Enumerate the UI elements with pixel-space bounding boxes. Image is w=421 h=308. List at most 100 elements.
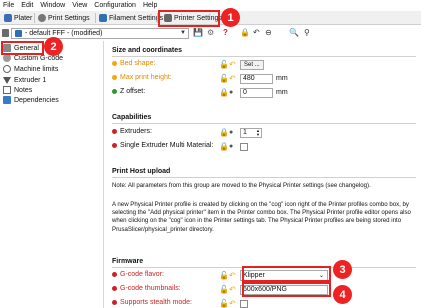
search-icon[interactable]: 🔍	[289, 28, 299, 38]
bed-shape-controls: 🔓 ↶ Set ...	[219, 59, 264, 70]
section-title-size: Size and coordinates	[112, 47, 183, 54]
tab-print-settings[interactable]: Print Settings	[37, 12, 90, 24]
tab-filament-settings-label: Filament Settings	[109, 14, 164, 22]
highlight-gcode-thumbnails	[242, 282, 331, 297]
unlocked-lock-icon[interactable]: 🔓	[219, 285, 229, 294]
single-extruder-checkbox[interactable]	[240, 142, 248, 151]
z-offset-label-text: Z offset:	[120, 88, 146, 95]
dot-icon	[112, 300, 117, 305]
printer-preset-icon	[2, 29, 9, 37]
bed-shape-label-text: Bed shape:	[120, 60, 156, 67]
custom-gcode-icon	[3, 54, 11, 62]
z-offset-controls: 🔒 ● 0 mm	[219, 87, 288, 98]
tab-separator	[34, 13, 35, 23]
host-note: Note: All parameters from this group are…	[112, 182, 371, 189]
row-stealth-mode: Supports stealth mode: 🔓 ↶	[112, 298, 421, 308]
locked-lock-icon: 🔒	[219, 127, 229, 137]
unlocked-lock-icon[interactable]: 🔓	[219, 60, 229, 69]
bullet-icon: ●	[229, 89, 234, 96]
tab-separator	[95, 13, 96, 23]
row-max-print-height: Max print height: 🔓 ↶ 480 mm	[112, 73, 421, 85]
extruder-icon	[3, 76, 11, 84]
modified-dot-icon	[112, 61, 117, 66]
section-title-firmware: Firmware	[112, 258, 144, 265]
tab-print-settings-label: Print Settings	[48, 14, 90, 22]
row-single-extruder-mm: Single Extruder Multi Material: 🔒 ●	[112, 141, 421, 153]
section-title-capabilities: Capabilities	[112, 114, 152, 121]
badge-1: 1	[221, 8, 240, 27]
sidebar-item-dependencies[interactable]: Dependencies	[3, 95, 59, 105]
max-height-input[interactable]: 480	[240, 73, 273, 84]
z-offset-input[interactable]: 0	[240, 87, 273, 98]
sidebar-item-extruder-1[interactable]: Extruder 1	[3, 75, 46, 85]
bullet-icon: ●	[229, 129, 234, 136]
sidebar-item-notes[interactable]: Notes	[3, 85, 32, 95]
dot-icon	[112, 143, 117, 148]
mode-icon[interactable]: ⚲	[304, 28, 310, 38]
undo-arrow-icon[interactable]: ↶	[229, 300, 236, 308]
tab-plater-label: Plater	[14, 14, 33, 22]
machine-limits-icon	[3, 65, 11, 73]
extruders-controls: 🔒 ● 1 ▲ ▼	[219, 127, 262, 138]
undo-arrow-icon[interactable]: ↶	[229, 75, 236, 83]
unlocked-lock-icon[interactable]: 🔓	[219, 271, 229, 280]
undo-icon[interactable]: ↶	[253, 28, 260, 38]
settings-tree: General Custom G-code Machine limits Ext…	[0, 41, 104, 308]
compare-icon[interactable]: ⊖	[265, 28, 272, 38]
bed-shape-set-button[interactable]: Set ...	[240, 59, 264, 70]
extruders-spinner[interactable]: 1 ▲ ▼	[240, 127, 262, 138]
menu-configuration[interactable]: Configuration	[94, 2, 136, 9]
badge-3: 3	[333, 260, 352, 279]
undo-arrow-icon[interactable]: ↶	[229, 286, 236, 294]
delete-icon[interactable]: ?	[223, 28, 228, 38]
save-icon[interactable]: 💾	[193, 28, 203, 38]
lock-icon[interactable]: 🔒	[240, 28, 250, 38]
menu-view[interactable]: View	[72, 2, 87, 9]
sidebar-item-label: Machine limits	[14, 65, 59, 73]
stealth-mode-label-text: Supports stealth mode:	[120, 299, 192, 306]
tab-plater[interactable]: Plater	[3, 12, 32, 24]
gear-icon[interactable]: ⚙	[207, 28, 214, 38]
stealth-mode-label: Supports stealth mode:	[112, 299, 192, 306]
badge-4: 4	[333, 285, 352, 304]
gcode-flavor-label: G-code flavor:	[112, 271, 164, 278]
menu-edit[interactable]: Edit	[21, 2, 33, 9]
sidebar-item-machine-limits[interactable]: Machine limits	[3, 64, 58, 74]
max-height-label: Max print height:	[112, 74, 172, 81]
section-divider	[112, 123, 416, 124]
dot-icon	[112, 272, 117, 277]
tab-filament-settings[interactable]: Filament Settings	[98, 12, 163, 24]
undo-arrow-icon[interactable]: ↶	[229, 61, 236, 69]
extruders-label: Extruders:	[112, 128, 152, 135]
highlight-gcode-flavor	[242, 266, 331, 282]
filament-icon	[99, 14, 107, 22]
notes-icon	[3, 86, 11, 94]
row-z-offset: Z offset: 🔒 ● 0 mm	[112, 87, 421, 99]
sidebar-item-label: Dependencies	[14, 96, 59, 104]
unlocked-lock-icon[interactable]: 🔓	[219, 74, 229, 83]
gcode-thumbnails-label-text: G-code thumbnails:	[120, 285, 181, 292]
preset-value: - default FFF - (modified)	[25, 30, 103, 37]
dot-icon	[112, 129, 117, 134]
single-extruder-label-text: Single Extruder Multi Material:	[120, 142, 214, 149]
max-height-unit: mm	[276, 75, 288, 82]
extruders-label-text: Extruders:	[120, 128, 152, 135]
spinner-arrows-icon[interactable]: ▲ ▼	[256, 128, 260, 137]
stealth-mode-checkbox[interactable]	[240, 299, 248, 308]
row-extruders: Extruders: 🔒 ● 1 ▲ ▼	[112, 127, 421, 139]
menu-file[interactable]: File	[3, 2, 14, 9]
locked-lock-icon: 🔒	[219, 141, 229, 151]
max-height-controls: 🔓 ↶ 480 mm	[219, 73, 288, 84]
locked-lock-icon: 🔒	[219, 87, 229, 97]
printer-preset-combo[interactable]: - default FFF - (modified) ▼	[11, 28, 189, 39]
print-settings-icon	[38, 14, 46, 22]
bed-shape-label: Bed shape:	[112, 60, 155, 67]
menu-help[interactable]: Help	[143, 2, 157, 9]
undo-arrow-icon[interactable]: ↶	[229, 272, 236, 280]
preset-toolbar: - default FFF - (modified) ▼ 💾 ⚙ ? 🔒 ↶ ⊖…	[0, 26, 421, 40]
menu-window[interactable]: Window	[40, 2, 65, 9]
unlocked-lock-icon[interactable]: 🔓	[219, 299, 229, 308]
dot-icon	[112, 286, 117, 291]
modified-dot-icon	[112, 75, 117, 80]
badge-2: 2	[44, 37, 63, 56]
